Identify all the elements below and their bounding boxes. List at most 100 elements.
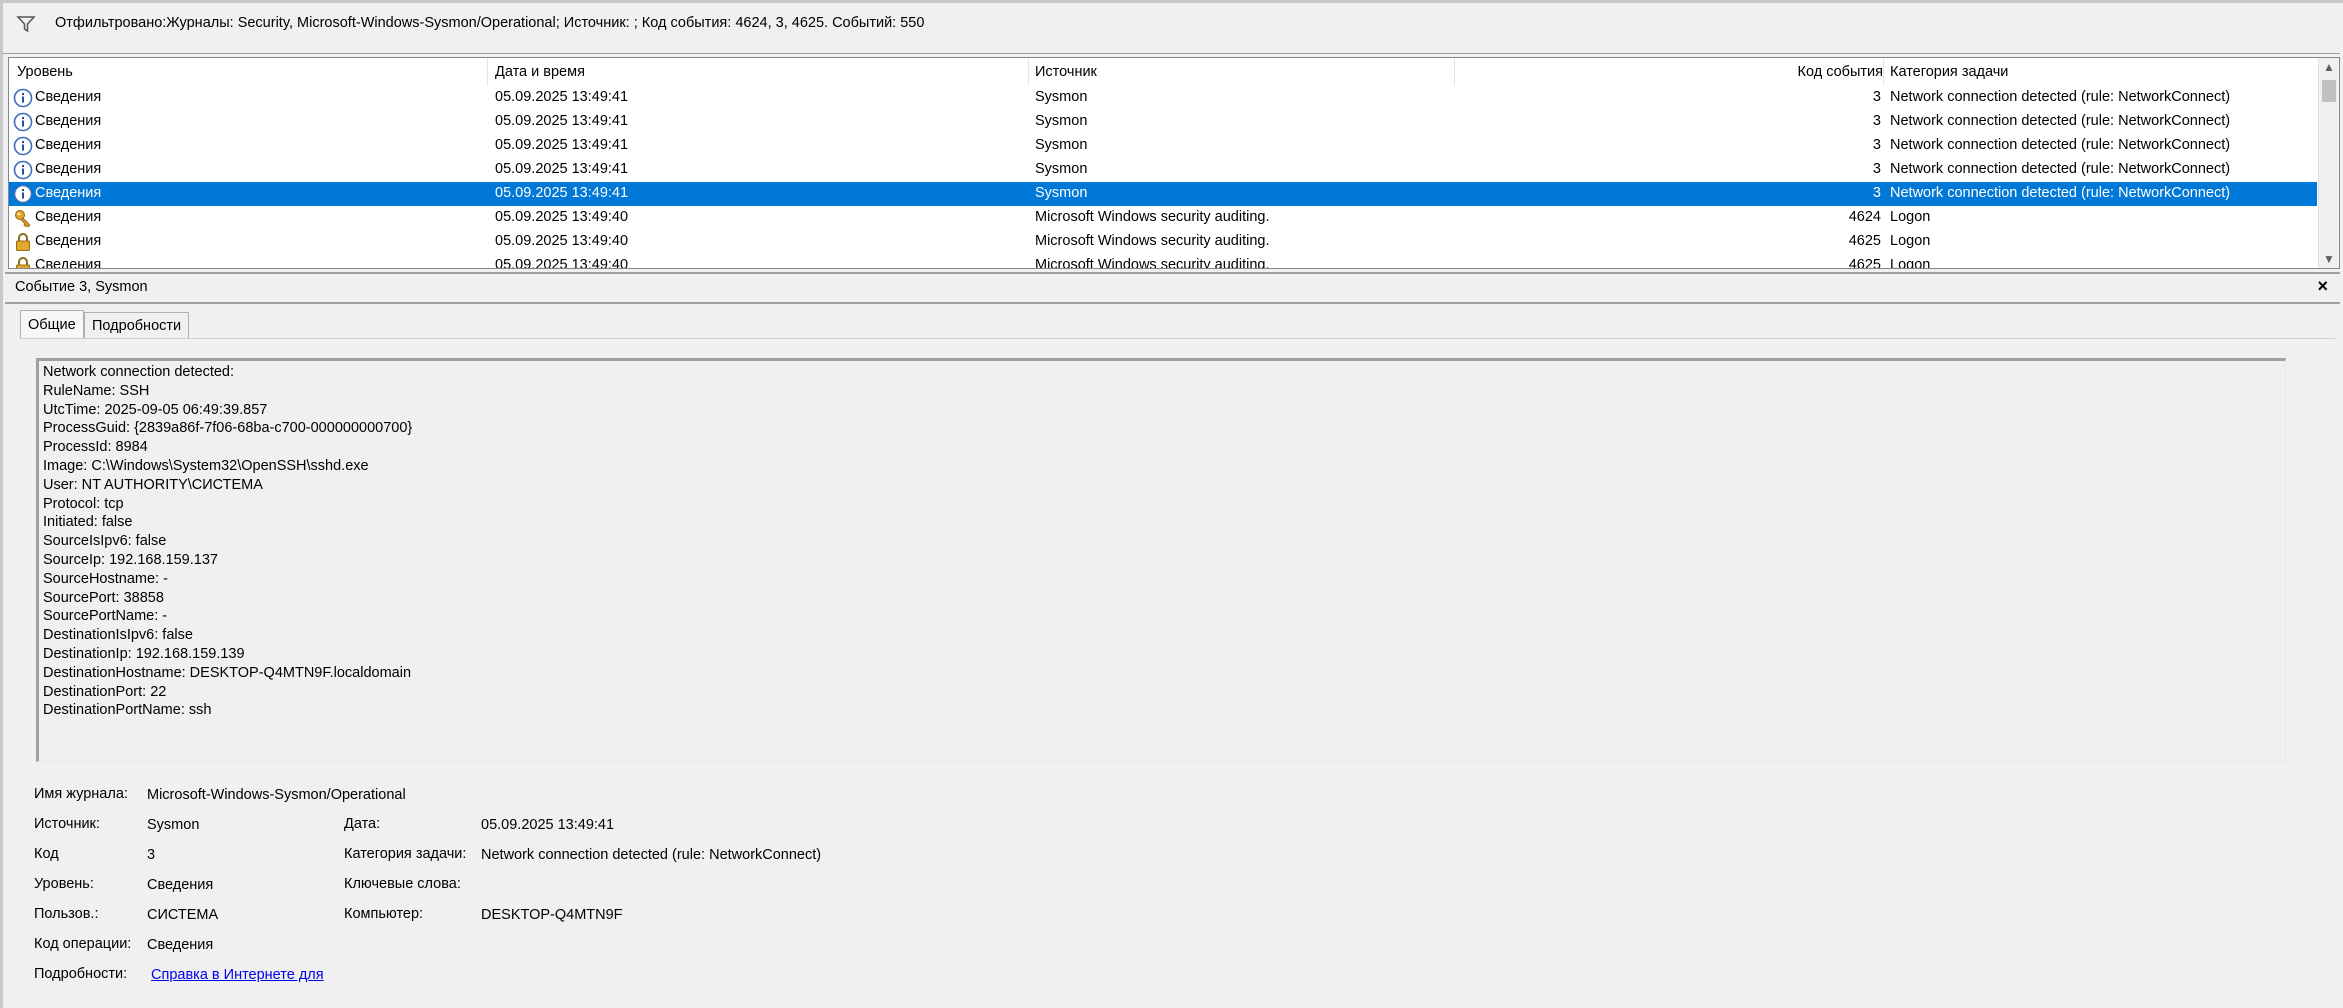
row-source: Sysmon — [1035, 161, 1088, 177]
row-datetime: 05.09.2025 13:49:40 — [495, 257, 629, 269]
row-level: Сведения — [35, 257, 102, 269]
event-row[interactable]: Сведения 05.09.2025 13:49:40 Microsoft Win… — [9, 206, 2317, 230]
scrollbar-thumb[interactable] — [2322, 80, 2336, 102]
event-detail-title: Событие 3, Sysmon — [15, 279, 148, 295]
row-event-id: 3 — [1872, 137, 1881, 153]
message-line: Protocol: tcp — [43, 495, 124, 512]
task-category-label: Категория задачи: — [344, 846, 467, 862]
event-row[interactable]: Сведения 05.09.2025 13:49:41 Sysmon 3 Networ… — [9, 86, 2317, 110]
filter-description: Отфильтровано:Журналы: Security, Microso… — [55, 15, 925, 31]
row-category: Network connection detected (rule: Netwo… — [1890, 113, 2231, 129]
event-row[interactable]: Сведения 05.09.2025 13:49:41 Sysmon 3 Networ… — [9, 110, 2317, 134]
row-source: Sysmon — [1035, 113, 1088, 129]
level-label: Уровень: — [34, 876, 94, 892]
message-line: SourcePort: 38858 — [43, 589, 164, 606]
row-event-id: 4625 — [1848, 233, 1881, 249]
code-label: Код — [34, 846, 59, 862]
column-header-event-id[interactable]: Код события — [1798, 64, 1883, 80]
filter-bar: Отфильтровано:Журналы: Security, Microso… — [3, 3, 2340, 54]
scroll-up-arrow-icon[interactable]: ▲ — [2323, 60, 2335, 74]
online-help-link[interactable]: Справка в Интернете для — [151, 967, 324, 983]
event-row[interactable]: Сведения 05.09.2025 13:49:41 Sysmon 3 Networ… — [9, 134, 2317, 158]
message-line: SourceIp: 192.168.159.137 — [43, 552, 218, 568]
row-datetime: 05.09.2025 13:49:41 — [495, 137, 629, 153]
opcode-label: Код операции: — [34, 936, 132, 952]
date-label: Дата: — [344, 816, 381, 832]
row-level: Сведения — [35, 89, 102, 105]
tab-details[interactable]: Подробности — [84, 312, 190, 339]
computer-value: DESKTOP-Q4MTN9F — [481, 907, 623, 923]
row-datetime: 05.09.2025 13:49:41 — [495, 113, 629, 129]
event-row[interactable]: Сведения 05.09.2025 13:49:40 Microsoft Win… — [9, 254, 2317, 269]
log-name-label: Имя журнала: — [34, 786, 128, 802]
event-detail-header: Событие 3, Sysmon × — [5, 272, 2340, 304]
message-line: RuleName: SSH — [43, 382, 150, 399]
row-level: Сведения — [35, 161, 102, 177]
message-line: DestinationIp: 192.168.159.139 — [43, 646, 245, 662]
row-category: Network connection detected (rule: Netwo… — [1890, 89, 2231, 105]
user-value: СИСТЕМА — [147, 907, 219, 923]
column-header-category[interactable]: Категория задачи — [1890, 64, 2008, 80]
event-list-scrollbar[interactable]: ▲ ▼ — [2318, 58, 2339, 268]
event-list[interactable]: Уровень Дата и время Источник Код событи… — [8, 57, 2340, 269]
column-header-level[interactable]: Уровень — [17, 64, 73, 80]
row-category: Network connection detected (rule: Netwo… — [1890, 185, 2231, 201]
column-divider[interactable] — [1454, 58, 1455, 86]
row-datetime: 05.09.2025 13:49:40 — [495, 209, 629, 225]
message-line: ProcessGuid: {2839a86f-7f06-68ba-c700-00… — [43, 420, 413, 437]
message-line: Network connection detected: — [43, 364, 235, 380]
message-line: DestinationPortName: ssh — [43, 702, 212, 719]
event-message-box[interactable]: Network connection detected: RuleName: SS… — [36, 358, 2286, 762]
computer-label: Компьютер: — [344, 906, 424, 922]
event-list-header: Уровень Дата и время Источник Код событи… — [9, 58, 2319, 86]
row-datetime: 05.09.2025 13:49:41 — [495, 89, 629, 105]
code-value: 3 — [147, 847, 156, 863]
keywords-label: Ключевые слова: — [344, 876, 461, 892]
row-level: Сведения — [35, 113, 102, 129]
more-info-label: Подробности: — [34, 966, 128, 982]
row-source: Microsoft Windows security auditing. — [1035, 209, 1270, 225]
row-level: Сведения — [35, 137, 102, 153]
message-line: Initiated: false — [43, 514, 133, 531]
close-icon[interactable]: × — [2317, 276, 2328, 297]
row-category: Network connection detected (rule: Netwo… — [1890, 161, 2231, 177]
message-line: DestinationPort: 22 — [43, 683, 167, 700]
message-line: SourceIsIpv6: false — [43, 533, 167, 550]
source-label: Источник: — [34, 816, 100, 832]
tab-underline — [20, 338, 2335, 339]
opcode-value: Сведения — [147, 937, 214, 953]
row-source: Sysmon — [1035, 185, 1088, 201]
date-value: 05.09.2025 13:49:41 — [481, 817, 615, 833]
column-header-source[interactable]: Источник — [1035, 64, 1097, 80]
row-source: Microsoft Windows security auditing. — [1035, 257, 1270, 269]
row-source: Microsoft Windows security auditing. — [1035, 233, 1270, 249]
row-datetime: 05.09.2025 13:49:41 — [495, 161, 629, 177]
row-level: Сведения — [35, 209, 102, 225]
row-category: Logon — [1890, 209, 1931, 225]
message-line: User: NT AUTHORITY\СИСТЕМА — [43, 476, 263, 493]
message-line: Image: C:\Windows\System32\OpenSSH\sshd.… — [43, 458, 369, 474]
task-category-value: Network connection detected (rule: Netwo… — [481, 847, 822, 863]
filter-icon[interactable] — [15, 13, 37, 35]
column-divider[interactable] — [1028, 58, 1029, 86]
message-line: DestinationIsIpv6: false — [43, 627, 193, 644]
message-line: DestinationHostname: DESKTOP-Q4MTN9F.loc… — [43, 664, 412, 681]
row-event-id: 3 — [1872, 161, 1881, 177]
row-source: Sysmon — [1035, 137, 1088, 153]
event-row[interactable]: Сведения 05.09.2025 13:49:40 Microsoft Win… — [9, 230, 2317, 254]
user-label: Пользов.: — [34, 906, 99, 922]
row-category: Network connection detected (rule: Netwo… — [1890, 137, 2231, 153]
row-event-id: 4625 — [1848, 257, 1881, 269]
tab-general[interactable]: Общие — [20, 310, 84, 339]
event-row[interactable]: Сведения 05.09.2025 13:49:41 Sysmon 3 Networ… — [9, 182, 2317, 206]
row-datetime: 05.09.2025 13:49:40 — [495, 233, 629, 249]
message-line: UtcTime: 2025-09-05 06:49:39.857 — [43, 401, 268, 418]
column-header-datetime[interactable]: Дата и время — [495, 64, 585, 80]
row-datetime: 05.09.2025 13:49:41 — [495, 185, 629, 201]
column-divider[interactable] — [487, 58, 488, 86]
row-source: Sysmon — [1035, 89, 1088, 105]
column-divider[interactable] — [1883, 58, 1884, 86]
scroll-down-arrow-icon[interactable]: ▼ — [2323, 252, 2335, 266]
event-row[interactable]: Сведения 05.09.2025 13:49:41 Sysmon 3 Networ… — [9, 158, 2317, 182]
log-name-value: Microsoft-Windows-Sysmon/Operational — [147, 787, 406, 803]
